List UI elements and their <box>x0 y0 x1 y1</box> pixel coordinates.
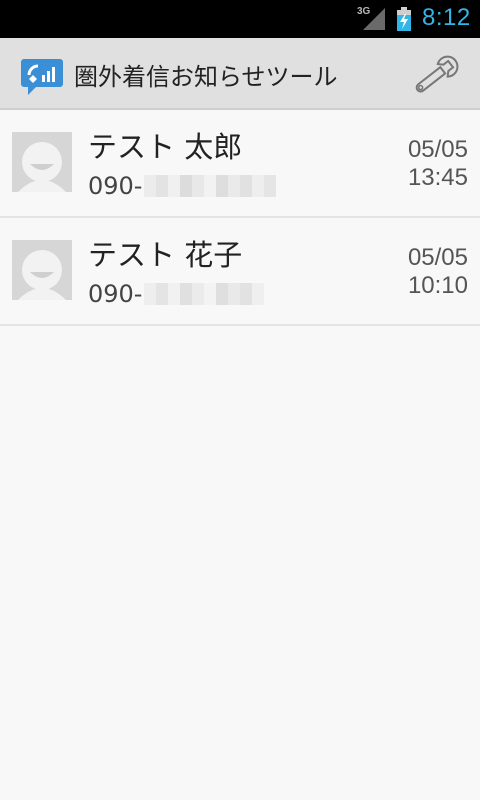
call-time: 10:10 <box>407 272 468 299</box>
call-list: テスト 太郎 090- 05/05 13:45 テスト 花子 090- 05/0 <box>0 110 480 326</box>
contact-avatar-icon <box>12 240 72 300</box>
phone-number: 090- <box>88 172 277 200</box>
wrench-icon[interactable] <box>414 54 462 94</box>
signal-strength-icon <box>363 8 385 30</box>
contact-name: テスト 花子 <box>88 238 243 272</box>
status-bar: 3G 8:12 <box>0 0 480 38</box>
phone-number: 090- <box>88 280 265 308</box>
redacted-mosaic <box>144 283 265 305</box>
call-time: 13:45 <box>407 164 468 191</box>
battery-charging-icon <box>397 7 411 31</box>
call-datetime: 05/05 13:45 <box>408 136 468 192</box>
phone-prefix: 090- <box>88 172 143 200</box>
action-bar: 圏外着信お知らせツール <box>0 38 480 110</box>
call-date: 05/05 <box>407 136 468 163</box>
signal-phone-icon[interactable] <box>20 55 64 97</box>
phone-prefix: 090- <box>88 280 143 308</box>
contact-name: テスト 太郎 <box>88 130 243 164</box>
contact-avatar-icon <box>12 132 72 192</box>
app-title: 圏外着信お知らせツール <box>74 63 338 91</box>
call-row[interactable]: テスト 花子 090- 05/05 10:10 <box>0 218 480 326</box>
clock: 8:12 <box>422 4 471 31</box>
call-date: 05/05 <box>407 244 468 271</box>
call-row[interactable]: テスト 太郎 090- 05/05 13:45 <box>0 110 480 218</box>
redacted-mosaic <box>144 175 277 197</box>
call-datetime: 05/05 10:10 <box>408 244 468 300</box>
